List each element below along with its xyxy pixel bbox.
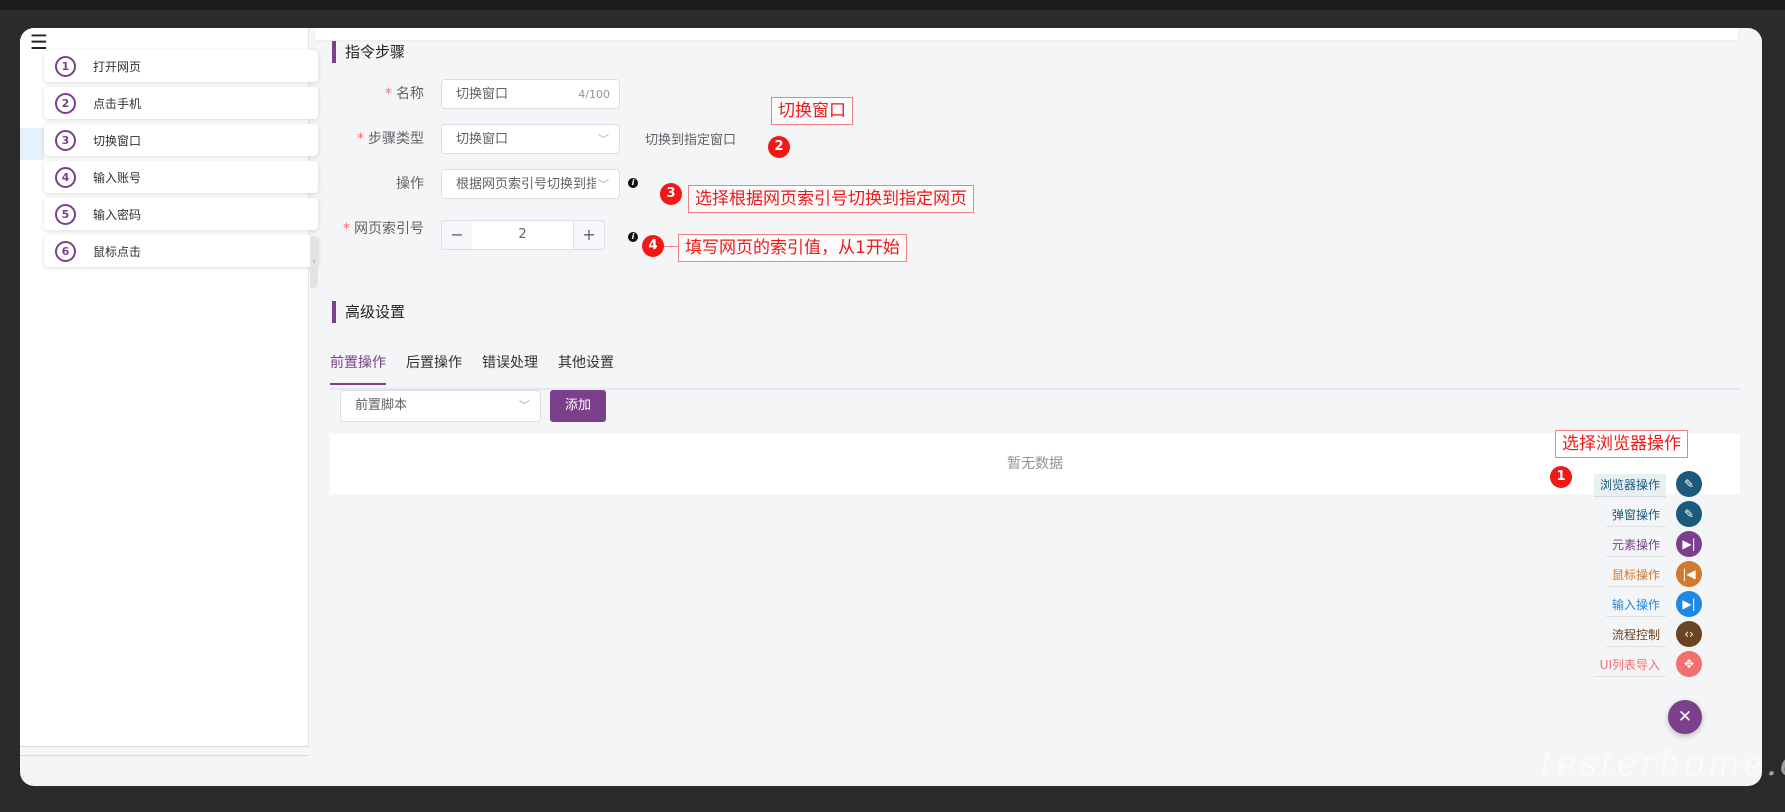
step-item-5[interactable]: 5 输入密码: [44, 198, 318, 230]
decrement-button[interactable]: −: [441, 220, 473, 250]
info-icon[interactable]: i: [628, 178, 638, 188]
tab-pre-operation[interactable]: 前置操作: [330, 348, 386, 385]
annotation-switch-window: 切换窗口: [771, 97, 853, 125]
tab-other-settings[interactable]: 其他设置: [558, 348, 614, 378]
advanced-tabs: 前置操作 后置操作 错误处理 其他设置: [330, 348, 1740, 390]
step-type-label: * 步骤类型: [357, 131, 424, 147]
close-icon[interactable]: ✕: [1668, 700, 1702, 734]
step-item-1[interactable]: 1 打开网页: [44, 50, 318, 82]
step-label: 打开网页: [93, 59, 142, 74]
step-number-badge: 3: [55, 129, 76, 151]
step-label: 输入账号: [93, 170, 142, 185]
fab-dialog-operation[interactable]: 弹窗操作 ✎: [1560, 501, 1702, 527]
annotation-badge-4: 4: [642, 235, 664, 257]
empty-text: 暂无数据: [1007, 456, 1063, 472]
tab-post-operation[interactable]: 后置操作: [406, 348, 462, 378]
chevron-down-icon: ﹀: [598, 133, 609, 146]
step-list: 1 打开网页 2 点击手机 3 切换窗口 4 输入账号 5 输入密码 6 鼠标点…: [44, 50, 318, 272]
main-content: 指令步骤 * 名称 切换窗口 4/100 * 步骤类型 切换窗口 ﹀ 切换到指定窗口…: [310, 28, 1762, 786]
empty-table: 暂无数据: [330, 434, 1740, 494]
move-icon: ✥: [1676, 651, 1702, 677]
name-input[interactable]: 切换窗口 4/100: [441, 79, 620, 109]
step-item-2[interactable]: 2 点击手机: [44, 87, 318, 119]
fab-browser-operation[interactable]: 浏览器操作 ✎: [1560, 471, 1702, 497]
fab-input-operation[interactable]: 输入操作 ▶|: [1560, 591, 1702, 617]
step-number-badge: 4: [55, 166, 76, 188]
annotation-badge-3: 3: [660, 183, 682, 205]
operation-select[interactable]: 根据网页索引号切换到指定网页 ﹀: [441, 169, 620, 199]
step-label: 鼠标点击: [93, 244, 142, 259]
top-card-edge: [315, 28, 1738, 40]
step-item-3[interactable]: 3 切换窗口: [44, 124, 318, 156]
annotation-connector: [664, 246, 678, 247]
char-counter: 4/100: [578, 88, 610, 101]
info-icon[interactable]: i: [628, 232, 638, 242]
sidebar-scrollbar[interactable]: [20, 746, 308, 756]
section-title-instructions: 指令步骤: [332, 41, 405, 63]
step-label: 输入密码: [93, 207, 142, 222]
annotation-select-operation: 选择根据网页索引号切换到指定网页: [688, 185, 974, 213]
skip-forward-icon: ▶|: [1676, 531, 1702, 557]
active-step-highlight: [20, 128, 44, 160]
pencil-icon: ✎: [1676, 471, 1702, 497]
tab-error-handling[interactable]: 错误处理: [482, 348, 538, 378]
step-item-6[interactable]: 6 鼠标点击: [44, 235, 318, 267]
fab-element-operation[interactable]: 元素操作 ▶|: [1560, 531, 1702, 557]
fab-ui-list-import[interactable]: UI列表导入 ✥: [1560, 651, 1702, 677]
step-type-help: 切换到指定窗口: [645, 133, 737, 148]
section-title-advanced: 高级设置: [332, 301, 405, 323]
step-number-badge: 1: [55, 55, 76, 77]
step-sidebar: ☰ 1 打开网页 2 点击手机 3 切换窗口 4 输入账号 5 输入密码 6 鼠…: [20, 28, 318, 756]
pencil-icon: ✎: [1676, 501, 1702, 527]
step-type-select[interactable]: 切换窗口 ﹀: [441, 124, 620, 154]
page-index-stepper: − 2 +: [441, 220, 605, 252]
top-bar: [0, 0, 1785, 10]
chevron-down-icon: ﹀: [598, 178, 609, 191]
step-item-4[interactable]: 4 输入账号: [44, 161, 318, 193]
annotation-select-browser: 选择浏览器操作: [1555, 430, 1688, 458]
fab-flow-control[interactable]: 流程控制 ‹›: [1560, 621, 1702, 647]
page-index-input[interactable]: 2: [472, 220, 573, 250]
add-button[interactable]: 添加: [550, 390, 606, 422]
annotation-fill-index: 填写网页的索引值，从1开始: [678, 234, 907, 262]
step-label: 点击手机: [93, 96, 142, 111]
step-number-badge: 2: [55, 92, 76, 114]
skip-forward-icon: ▶|: [1676, 591, 1702, 617]
step-label: 切换窗口: [93, 133, 142, 148]
skip-back-icon: |◀: [1676, 561, 1702, 587]
app-window: ☰ 1 打开网页 2 点击手机 3 切换窗口 4 输入账号 5 输入密码 6 鼠…: [20, 28, 1762, 786]
step-number-badge: 5: [55, 203, 76, 225]
chevron-down-icon: ﹀: [519, 399, 530, 412]
page-index-label: * 网页索引号: [343, 221, 424, 237]
annotation-badge-2: 2: [768, 136, 790, 158]
operation-label: 操作: [396, 176, 424, 192]
watermark: testerhome.com: [1540, 744, 1785, 784]
step-number-badge: 6: [55, 240, 76, 262]
code-icon: ‹›: [1676, 621, 1702, 647]
name-label: * 名称: [385, 86, 424, 102]
increment-button[interactable]: +: [573, 220, 605, 250]
hamburger-menu-icon[interactable]: ☰: [30, 32, 48, 52]
fab-mouse-operation[interactable]: 鼠标操作 |◀: [1560, 561, 1702, 587]
pre-script-select[interactable]: 前置脚本 ﹀: [340, 390, 541, 422]
